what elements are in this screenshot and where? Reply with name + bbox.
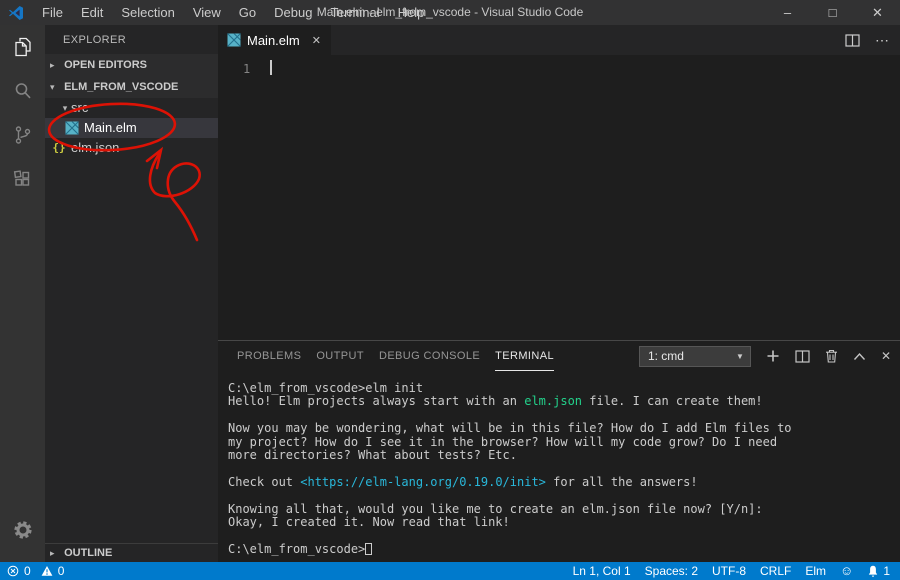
- problems-indicator[interactable]: 0 0: [7, 564, 64, 578]
- activity-bar: [0, 25, 45, 562]
- dropdown-caret-icon: ▼: [736, 351, 744, 361]
- tree-item-src[interactable]: ▾ src: [45, 98, 218, 118]
- indentation[interactable]: Spaces: 2: [645, 564, 698, 578]
- eol-sequence[interactable]: CRLF: [760, 564, 791, 578]
- title-bar: File Edit Selection View Go Debug Termin…: [0, 0, 900, 25]
- notifications-bell[interactable]: 1: [867, 564, 890, 578]
- panel-tab-problems[interactable]: PROBLEMS: [237, 341, 301, 371]
- chevron-down-icon: ▾: [62, 103, 68, 113]
- editor-tab-bar: Main.elm ✕ ⋯: [218, 25, 900, 55]
- chevron-right-icon: ▸: [50, 60, 55, 70]
- file-label: elm.json: [71, 140, 120, 155]
- json-file-icon: {}: [52, 141, 66, 154]
- new-terminal-button[interactable]: [766, 349, 780, 363]
- section-outline[interactable]: ▸ OUTLINE: [45, 543, 218, 562]
- search-icon: [15, 83, 30, 99]
- panel-tab-terminal[interactable]: TERMINAL: [495, 341, 554, 371]
- chevron-down-icon: ▾: [50, 82, 55, 92]
- terminal-select[interactable]: 1: cmd ▼: [638, 345, 751, 367]
- menu-file[interactable]: File: [33, 0, 72, 25]
- notification-count: 1: [883, 564, 890, 578]
- split-icon: [795, 349, 810, 363]
- cursor-position[interactable]: Ln 1, Col 1: [573, 564, 631, 578]
- more-actions-icon[interactable]: ⋯: [875, 32, 890, 49]
- source-control-icon: [15, 126, 30, 144]
- folder-label: src: [71, 100, 89, 115]
- text-cursor: [270, 60, 272, 75]
- explorer-sidebar: EXPLORER ▸ OPEN EDITORS ▾ ELM_FROM_VSCOD…: [45, 25, 218, 562]
- minimize-button[interactable]: –: [765, 0, 810, 25]
- section-open-editors[interactable]: ▸ OPEN EDITORS: [45, 54, 218, 76]
- terminal-cursor: [365, 542, 373, 555]
- vscode-logo-icon: [9, 5, 23, 20]
- menu-edit[interactable]: Edit: [72, 0, 112, 25]
- activity-explorer[interactable]: [0, 25, 45, 69]
- gear-icon: [13, 521, 32, 539]
- section-label: OUTLINE: [64, 547, 113, 559]
- tab-label: Main.elm: [247, 32, 300, 48]
- trash-icon: [825, 349, 837, 363]
- window-controls: – □ ✕: [765, 0, 900, 25]
- activity-source-control[interactable]: [0, 113, 45, 157]
- editor-content[interactable]: 1: [218, 55, 900, 340]
- bell-icon: [869, 565, 878, 577]
- settings-button[interactable]: [0, 508, 45, 552]
- maximize-panel-button[interactable]: [853, 352, 866, 361]
- line-number: 1: [243, 62, 251, 76]
- terminal-select-value: 1: cmd: [647, 349, 684, 363]
- menu-debug[interactable]: Debug: [265, 0, 321, 25]
- error-count: 0: [24, 564, 31, 578]
- plus-icon: [767, 350, 779, 362]
- tree-item-main-elm[interactable]: Main.elm: [45, 118, 218, 138]
- language-mode[interactable]: Elm: [805, 564, 826, 578]
- activity-search[interactable]: [0, 69, 45, 113]
- menu-selection[interactable]: Selection: [112, 0, 183, 25]
- elm-file-icon: [65, 121, 79, 135]
- kill-terminal-button[interactable]: [825, 349, 838, 363]
- tab-main-elm[interactable]: Main.elm ✕: [218, 25, 331, 55]
- elm-file-icon: [227, 33, 241, 47]
- warning-icon: [41, 566, 53, 576]
- section-root-folder[interactable]: ▾ ELM_FROM_VSCODE: [45, 76, 218, 98]
- chevron-up-icon: [853, 352, 865, 360]
- tab-close-icon[interactable]: ✕: [312, 34, 321, 47]
- tree-item-elm-json[interactable]: {} elm.json: [45, 138, 218, 158]
- panel-tab-debug-console[interactable]: DEBUG CONSOLE: [379, 341, 480, 371]
- terminal-output[interactable]: C:\elm_from_vscode>elm init Hello! Elm pr…: [228, 381, 894, 556]
- menu-go[interactable]: Go: [230, 0, 265, 25]
- window-title: Main.elm - elm_from_vscode - Visual Stud…: [316, 5, 584, 19]
- files-icon: [14, 37, 31, 57]
- activity-extensions[interactable]: [0, 157, 45, 201]
- status-bar: 0 0 Ln 1, Col 1 Spaces: 2 UTF-8 CRLF Elm…: [0, 562, 900, 580]
- panel-tab-output[interactable]: OUTPUT: [316, 341, 364, 371]
- error-icon: [7, 565, 19, 577]
- encoding[interactable]: UTF-8: [712, 564, 746, 578]
- menu-view[interactable]: View: [184, 0, 230, 25]
- chevron-right-icon: ▸: [50, 548, 55, 558]
- close-window-button[interactable]: ✕: [855, 0, 900, 25]
- split-editor-icon[interactable]: [845, 33, 860, 47]
- maximize-button[interactable]: □: [810, 0, 855, 25]
- close-panel-button[interactable]: ✕: [881, 349, 891, 363]
- extensions-icon: [13, 170, 29, 186]
- editor-actions: ⋯: [845, 25, 890, 55]
- status-right: Ln 1, Col 1 Spaces: 2 UTF-8 CRLF Elm ☺ 1: [573, 564, 890, 579]
- panel-actions: 1: cmd ▼ ✕: [638, 341, 891, 371]
- sidebar-title: EXPLORER: [63, 34, 127, 46]
- bottom-panel: PROBLEMS OUTPUT DEBUG CONSOLE TERMINAL 1…: [218, 340, 900, 562]
- split-terminal-button[interactable]: [795, 349, 810, 363]
- feedback-smiley-icon[interactable]: ☺: [840, 564, 853, 578]
- panel-header: PROBLEMS OUTPUT DEBUG CONSOLE TERMINAL 1…: [218, 341, 900, 371]
- section-label: ELM_FROM_VSCODE: [64, 81, 179, 93]
- warning-count: 0: [57, 564, 65, 578]
- section-label: OPEN EDITORS: [64, 59, 147, 71]
- file-label: Main.elm: [84, 120, 137, 135]
